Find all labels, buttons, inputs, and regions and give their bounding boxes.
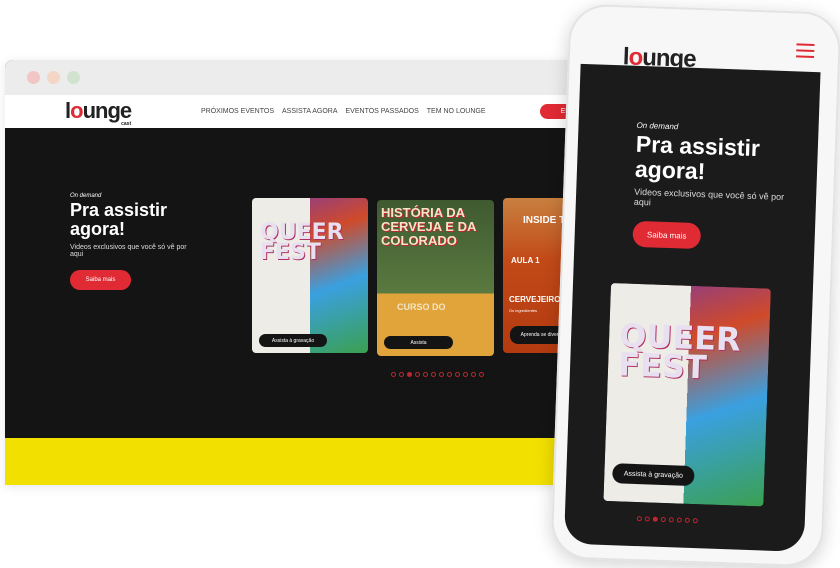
carousel-dot[interactable] — [644, 516, 650, 522]
maximize-dot[interactable] — [67, 71, 80, 84]
menu-icon[interactable] — [796, 43, 815, 62]
card-title: QUEER FEST — [260, 220, 344, 265]
hero-subtitle: Videos exclusivos que você só vê por aqu… — [70, 244, 187, 258]
carousel-dot[interactable] — [668, 517, 674, 523]
close-dot[interactable] — [27, 71, 40, 84]
hero: On demand Pra assistir agora! Videos exc… — [70, 193, 190, 290]
hero-eyebrow: On demand — [70, 193, 102, 199]
carousel-dot[interactable] — [455, 372, 460, 377]
minimize-dot[interactable] — [47, 71, 60, 84]
main-nav: PRÓXIMOS EVENTOS ASSISTA AGORA EVENTOS P… — [201, 108, 486, 115]
assista-gravacao-button[interactable]: Assista à gravação — [259, 334, 327, 347]
carousel-dot[interactable] — [471, 372, 476, 377]
hero-title: Pra assistir agora! — [70, 200, 168, 239]
event-card[interactable]: QUEER FEST Assista à gravação — [252, 198, 368, 353]
card-meta: Os ingredientes — [509, 308, 538, 313]
hero: On demand Pra assistir agora! Videos exc… — [632, 121, 796, 253]
browser-window: lounge cast PRÓXIMOS EVENTOS ASSISTA AGOR… — [5, 60, 605, 485]
carousel-dot[interactable] — [423, 372, 428, 377]
logo[interactable]: loungecast — [65, 98, 133, 127]
carousel-dot[interactable] — [676, 517, 682, 523]
event-card[interactable]: HISTÓRIA DA CERVEJA E DA COLORADO CURSO … — [377, 200, 494, 356]
carousel-dot[interactable] — [415, 372, 420, 377]
event-card[interactable]: QUEER FEST Assista à gravação — [603, 283, 771, 507]
carousel-dot[interactable] — [463, 372, 468, 377]
site-header: lounge cast PRÓXIMOS EVENTOS ASSISTA AGOR… — [5, 95, 605, 128]
hero-subtitle: Videos exclusivos que você só vê por aqu… — [633, 186, 785, 208]
card-title: HISTÓRIA DA CERVEJA E DA COLORADO — [381, 205, 476, 248]
carousel-dots — [391, 372, 484, 377]
card-lesson: AULA 1 — [511, 256, 540, 265]
carousel-dot[interactable] — [439, 372, 444, 377]
phone-mockup: loungecast On demand Pra assistir agora!… — [550, 3, 840, 568]
carousel-dot[interactable] — [636, 516, 642, 522]
carousel-dot[interactable] — [431, 372, 436, 377]
nav-eventos-passados[interactable]: EVENTOS PASSADOS — [346, 108, 419, 115]
carousel-dot[interactable] — [399, 372, 404, 377]
assista-button[interactable]: Assista — [384, 336, 453, 349]
nav-tem-no-lounge[interactable]: TEM NO LOUNGE — [427, 108, 486, 115]
saiba-mais-button[interactable]: Saiba mais — [70, 270, 131, 290]
logo-sub: cast — [121, 121, 132, 127]
carousel-dot[interactable] — [684, 517, 690, 523]
carousel-dot[interactable] — [447, 372, 452, 377]
hero-title: Pra assistir agora! — [634, 130, 761, 185]
carousel-dots — [636, 516, 698, 524]
carousel-dot[interactable] — [407, 372, 412, 377]
nav-proximos-eventos[interactable]: PRÓXIMOS EVENTOS — [201, 108, 274, 115]
logo-text: unge — [82, 98, 133, 123]
card-title: QUEER FEST — [617, 316, 742, 387]
saiba-mais-button[interactable]: Saiba mais — [632, 220, 702, 250]
assista-gravacao-button[interactable]: Assista à gravação — [612, 463, 695, 487]
card-footer: CURSO DO — [397, 302, 446, 312]
carousel-dot[interactable] — [692, 518, 698, 524]
logo-play-icon: o — [70, 98, 83, 123]
carousel-dot[interactable] — [391, 372, 396, 377]
browser-titlebar — [5, 60, 605, 95]
carousel-dot[interactable] — [479, 372, 484, 377]
carousel-dot[interactable] — [652, 516, 658, 522]
phone-screen: On demand Pra assistir agora! Videos exc… — [563, 63, 821, 552]
yellow-section — [5, 438, 605, 485]
nav-assista-agora[interactable]: ASSISTA AGORA — [282, 108, 338, 115]
carousel-dot[interactable] — [660, 516, 666, 523]
